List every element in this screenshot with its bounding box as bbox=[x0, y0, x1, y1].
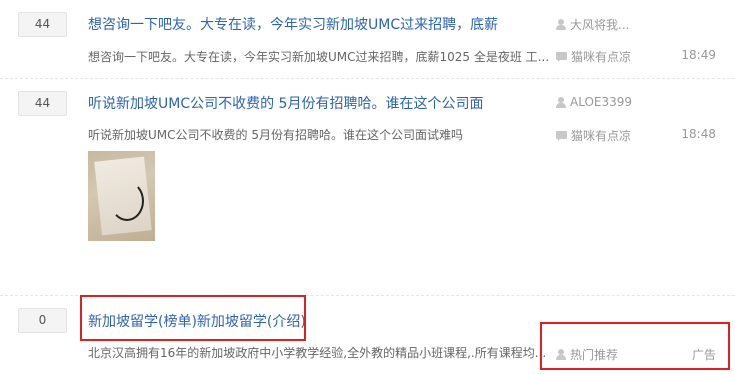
highlight-box-title bbox=[80, 295, 306, 341]
reply-count-badge: 44 bbox=[18, 12, 67, 37]
thread-author[interactable]: ALOE3399 bbox=[556, 95, 632, 109]
thread-title-link[interactable]: 听说新加坡UMC公司不收费的 5月份有招聘哈。谁在这个公司面 bbox=[88, 93, 483, 113]
reply-count-badge: 44 bbox=[18, 91, 67, 116]
thread-abstract: 听说新加坡UMC公司不收费的 5月份有招聘哈。谁在这个公司面试难吗 bbox=[88, 128, 463, 142]
author-name[interactable]: ALOE3399 bbox=[570, 95, 632, 109]
ad-abstract: 北京汉高拥有16年的新加坡政府中小学教学经验,全外教的精品小班课程,.所有课程均… bbox=[88, 346, 547, 360]
last-replier-name[interactable]: 猫咪有点凉 bbox=[571, 127, 631, 144]
highlight-box-meta bbox=[540, 322, 730, 370]
user-icon bbox=[556, 19, 566, 30]
thread-abstract: 想咨询一下吧友。大专在读，今年实习新加坡UMC过来招聘，底薪1025 全是夜班 … bbox=[88, 50, 550, 64]
last-replier[interactable]: 猫咪有点凉 bbox=[556, 48, 631, 65]
thumbnail-cord bbox=[110, 181, 144, 221]
last-replier-name[interactable]: 猫咪有点凉 bbox=[571, 48, 631, 65]
thread-title-link[interactable]: 想咨询一下吧友。大专在读，今年实习新加坡UMC过来招聘，底薪 bbox=[88, 14, 498, 34]
reply-count-badge: 0 bbox=[18, 308, 67, 333]
last-replier[interactable]: 猫咪有点凉 bbox=[556, 127, 631, 144]
thread-item[interactable]: 44 想咨询一下吧友。大专在读，今年实习新加坡UMC过来招聘，底薪 想咨询一下吧… bbox=[0, 0, 735, 78]
reply-icon bbox=[556, 130, 567, 141]
thread-image-thumbnail[interactable] bbox=[88, 151, 155, 241]
reply-icon bbox=[556, 51, 567, 62]
user-icon bbox=[556, 96, 566, 108]
author-name[interactable]: 大风将我... bbox=[570, 16, 629, 33]
last-reply-time: 18:48 bbox=[681, 127, 716, 141]
last-reply-time: 18:49 bbox=[681, 48, 716, 62]
thread-author[interactable]: 大风将我... bbox=[556, 16, 629, 33]
